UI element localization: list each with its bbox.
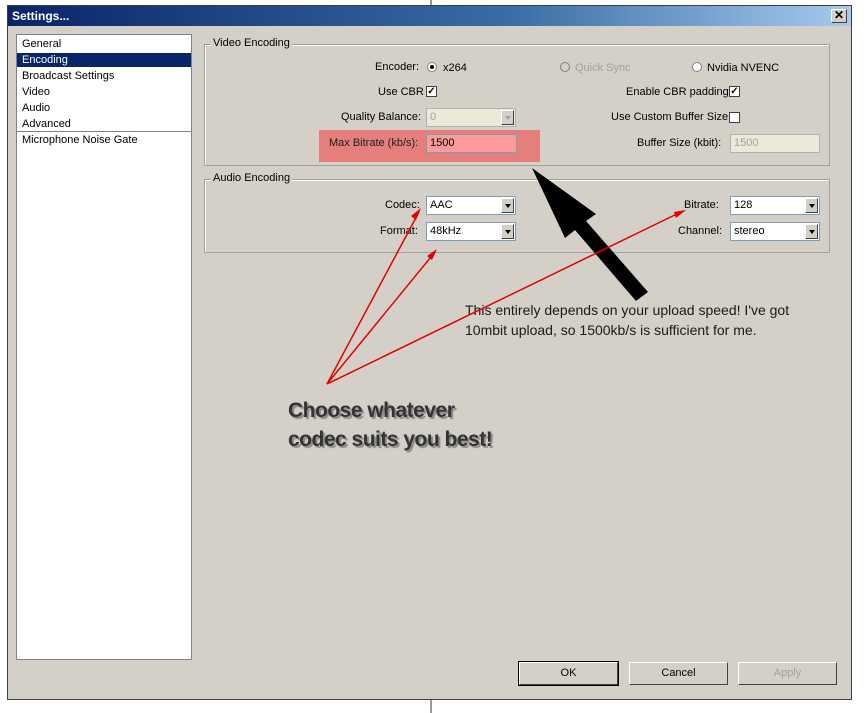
apply-button: Apply [738, 662, 837, 685]
red-arrow-bitrate [326, 210, 684, 385]
black-arrow-icon [532, 168, 648, 301]
red-arrow-format [326, 251, 436, 385]
annotation-arrows [326, 168, 686, 385]
red-arrow-codec [326, 211, 420, 385]
cancel-button[interactable]: Cancel [629, 662, 728, 685]
ok-button[interactable]: OK [518, 661, 619, 686]
